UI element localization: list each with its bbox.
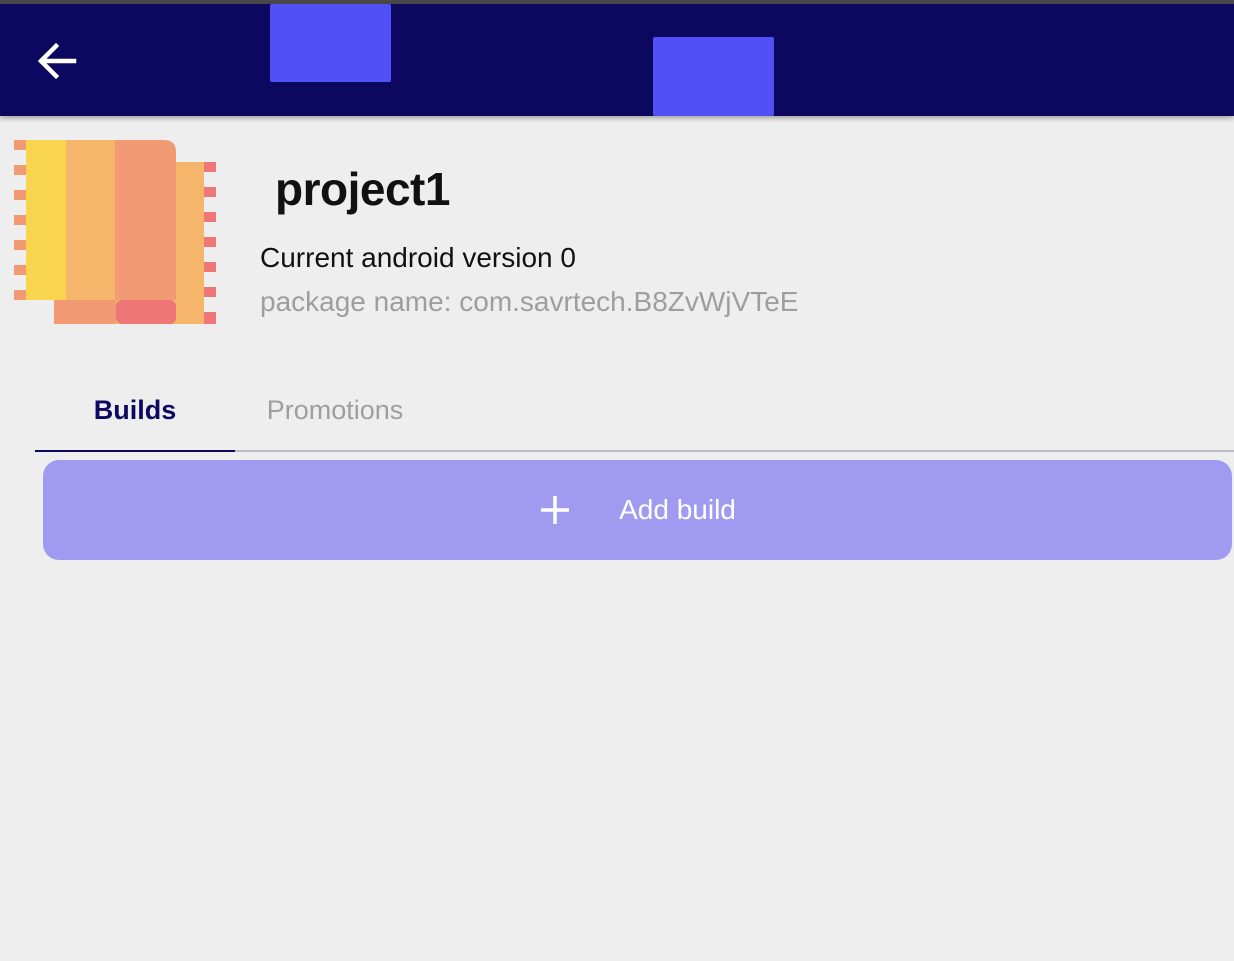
add-build-button[interactable]: Add build xyxy=(43,460,1232,560)
appbar-accent-block xyxy=(653,37,774,116)
tab-promotions[interactable]: Promotions xyxy=(235,370,435,450)
package-name-text: package name: com.savrtech.B8ZvWjVTeE xyxy=(260,286,799,317)
appbar-accent-block xyxy=(270,4,391,82)
tab-builds[interactable]: Builds xyxy=(35,370,235,452)
project-title: project1 xyxy=(275,163,450,215)
arrow-left-icon xyxy=(37,42,77,80)
tab-bar: Builds Promotions xyxy=(35,370,1234,452)
project-book-icon xyxy=(14,140,216,324)
plus-icon xyxy=(541,496,570,524)
app-bar xyxy=(0,4,1234,116)
android-version-text: Current android version 0 xyxy=(260,242,576,273)
add-build-label: Add build xyxy=(619,494,736,525)
back-button[interactable] xyxy=(30,37,82,85)
